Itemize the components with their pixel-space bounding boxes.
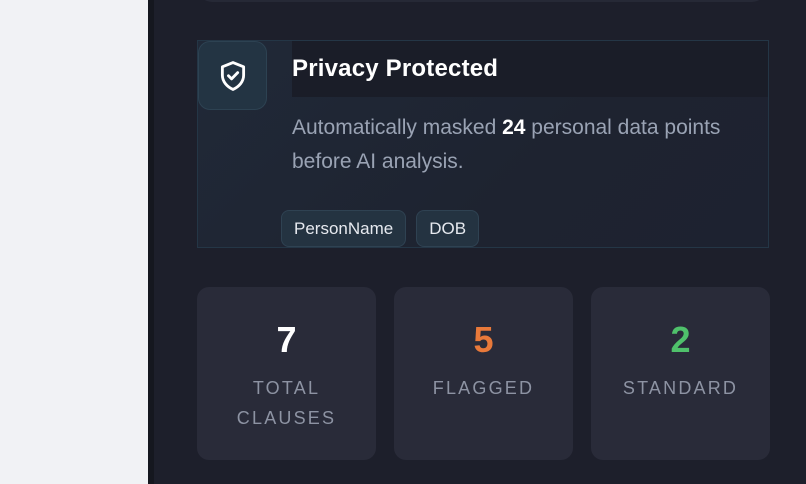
background-area <box>0 0 148 484</box>
analysis-panel: Privacy Protected Automatically masked 2… <box>154 0 806 484</box>
stat-label-standard: STANDARD <box>622 378 739 398</box>
stat-standard: 2 STANDARD <box>591 287 770 460</box>
stat-flagged: 5 FLAGGED <box>394 287 573 460</box>
shield-check-icon <box>198 41 267 110</box>
clause-stats: 7 TOTAL CLAUSES 5 FLAGGED 2 STANDARD <box>197 287 770 460</box>
tag-person-name: PersonName <box>281 210 407 247</box>
masked-entity-tags: PersonName DOB <box>281 210 480 247</box>
masked-count: 24 <box>502 116 526 139</box>
stat-value-flagged: 5 <box>473 319 494 360</box>
previous-card <box>198 0 766 2</box>
stat-value-total: 7 <box>276 319 297 360</box>
tag-dob: DOB <box>416 210 480 247</box>
privacy-title: Privacy Protected <box>292 55 499 82</box>
stat-label-total: TOTAL CLAUSES <box>236 378 337 428</box>
stat-label-flagged: FLAGGED <box>432 378 535 398</box>
description-prefix: Automatically masked <box>292 116 503 139</box>
privacy-description: Automatically masked 24 personal data po… <box>292 111 742 179</box>
stat-value-standard: 2 <box>670 319 691 360</box>
privacy-protected-card: Privacy Protected Automatically masked 2… <box>197 40 769 248</box>
stat-total-clauses: 7 TOTAL CLAUSES <box>197 287 376 460</box>
